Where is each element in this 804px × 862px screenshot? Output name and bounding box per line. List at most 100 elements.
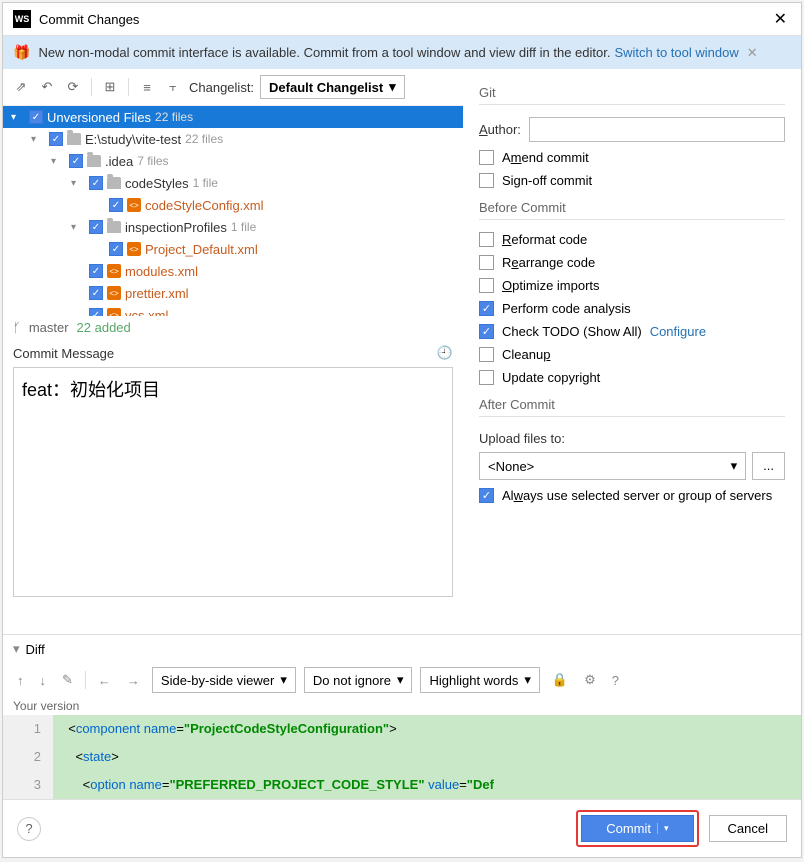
analysis-label[interactable]: Perform code analysis [502,301,631,316]
copyright-checkbox[interactable] [479,370,494,385]
collapse-all-icon[interactable]: ⫟ [163,77,183,97]
commit-message-label: Commit Message [13,346,114,361]
author-input[interactable] [529,117,785,142]
banner-close-icon[interactable]: ✕ [747,45,758,61]
ignore-mode-select[interactable]: Do not ignore ▾ [304,667,413,693]
switch-tool-window-link[interactable]: Switch to tool window [614,45,738,60]
lock-icon[interactable]: 🔒 [548,670,572,690]
file-tree[interactable]: ▾ ✓ Unversioned Files 22 files ▾ ✓ E:\st… [3,106,463,316]
tree-root-unversioned[interactable]: ▾ ✓ Unversioned Files 22 files [3,106,463,128]
chevron-down-icon[interactable]: ▾ [11,112,25,123]
commit-button[interactable]: Commit ▾ [581,815,693,842]
cleanup-checkbox[interactable] [479,347,494,362]
code-line: <option name="PREFERRED_PROJECT_CODE_STY… [53,771,801,799]
git-section-title: Git [479,81,785,105]
line-number: 3 [3,771,53,799]
expand-all-icon[interactable]: ≡ [137,77,157,97]
info-banner: 🎁 New non-modal commit interface is avai… [3,36,801,69]
chevron-down-icon[interactable]: ▾ [31,134,45,145]
tree-node-codestyles[interactable]: ▾ ✓ codeStyles 1 file [3,172,463,194]
code-line: <state> [53,743,801,771]
gear-icon[interactable]: ⚙ [580,670,600,690]
tree-file-prettier[interactable]: ✓ <> prettier.xml [3,282,463,304]
chevron-down-icon[interactable]: ▾ [71,222,85,233]
optimize-label[interactable]: Optimize imports [502,278,600,293]
help-icon[interactable]: ? [608,671,623,690]
checkbox[interactable]: ✓ [89,264,103,278]
rearrange-label[interactable]: Rearrange code [502,255,595,270]
prev-diff-icon[interactable]: ↑ [13,671,28,690]
author-label: Author: [479,122,521,137]
tree-node-path[interactable]: ▾ ✓ E:\study\vite-test 22 files [3,128,463,150]
changelist-select[interactable]: Default Changelist ▾ [260,75,405,99]
next-diff-icon[interactable]: ↓ [36,671,51,690]
banner-text: New non-modal commit interface is availa… [38,45,610,60]
tree-file-vcs[interactable]: ✓ <> vcs.xml [3,304,463,316]
xml-file-icon: <> [107,264,121,278]
history-icon[interactable]: 🕘 [437,345,453,361]
revert-icon[interactable]: ↶ [37,77,57,97]
signoff-label[interactable]: Sign-off commit [502,173,592,188]
copyright-label[interactable]: Update copyright [502,370,600,385]
upload-label: Upload files to: [479,425,785,448]
xml-file-icon: <> [127,198,141,212]
edit-icon[interactable]: ✎ [58,670,77,690]
upload-browse-button[interactable]: ... [752,452,785,480]
your-version-label: Your version [3,697,801,715]
tree-node-inspectionprofiles[interactable]: ▾ ✓ inspectionProfiles 1 file [3,216,463,238]
folder-icon [107,221,121,233]
chevron-down-icon[interactable]: ▾ [13,641,20,657]
rearrange-checkbox[interactable] [479,255,494,270]
forward-icon[interactable]: → [123,671,144,690]
commit-message-input[interactable]: feat：初始化项目 [13,367,453,597]
checkbox[interactable]: ✓ [89,308,103,316]
chevron-down-icon[interactable]: ▾ [51,156,65,167]
reformat-label[interactable]: Reformat code [502,232,587,247]
diff-section-label: Diff [26,642,45,657]
amend-label[interactable]: Amend commit [502,150,589,165]
highlight-mode-select[interactable]: Highlight words ▾ [420,667,539,693]
always-label[interactable]: Always use selected server or group of s… [502,488,772,503]
checkbox[interactable]: ✓ [49,132,63,146]
cancel-button[interactable]: Cancel [709,815,787,842]
analysis-checkbox[interactable]: ✓ [479,301,494,316]
close-icon[interactable]: ✕ [770,9,791,29]
checkbox[interactable]: ✓ [109,242,123,256]
before-commit-section-title: Before Commit [479,196,785,220]
reformat-checkbox[interactable] [479,232,494,247]
group-by-icon[interactable]: ⊞ [100,77,120,97]
signoff-checkbox[interactable] [479,173,494,188]
refresh-icon[interactable]: ⟳ [63,77,83,97]
checkbox[interactable]: ✓ [89,286,103,300]
checkbox[interactable]: ✓ [29,110,43,124]
tree-node-idea[interactable]: ▾ ✓ .idea 7 files [3,150,463,172]
amend-checkbox[interactable] [479,150,494,165]
chevron-down-icon: ▾ [389,79,396,95]
code-line: <component name="ProjectCodeStyleConfigu… [53,715,801,743]
folder-icon [87,155,101,167]
xml-file-icon: <> [127,242,141,256]
checkbox[interactable]: ✓ [109,198,123,212]
help-button[interactable]: ? [17,817,41,841]
diff-code-viewer[interactable]: 1 <component name="ProjectCodeStyleConfi… [3,715,801,799]
folder-icon [67,133,81,145]
checkbox[interactable]: ✓ [89,176,103,190]
todo-label[interactable]: Check TODO (Show All) [502,324,642,339]
cleanup-label[interactable]: Cleanup [502,347,550,362]
configure-link[interactable]: Configure [650,324,706,339]
always-checkbox[interactable]: ✓ [479,488,494,503]
checkbox[interactable]: ✓ [69,154,83,168]
tree-file-projectdefault[interactable]: ✓ <> Project_Default.xml [3,238,463,260]
commit-dropdown-icon[interactable]: ▾ [657,823,669,834]
viewer-mode-select[interactable]: Side-by-side viewer ▾ [152,667,296,693]
upload-select[interactable]: <None> ▾ [479,452,746,480]
tree-file-codestyleconfig[interactable]: ✓ <> codeStyleConfig.xml [3,194,463,216]
optimize-checkbox[interactable] [479,278,494,293]
todo-checkbox[interactable]: ✓ [479,324,494,339]
tree-file-modules[interactable]: ✓ <> modules.xml [3,260,463,282]
back-icon[interactable]: ← [94,671,115,690]
chevron-down-icon[interactable]: ▾ [71,178,85,189]
added-count: 22 added [77,320,131,335]
show-diff-icon[interactable]: ⇗ [11,77,31,97]
checkbox[interactable]: ✓ [89,220,103,234]
